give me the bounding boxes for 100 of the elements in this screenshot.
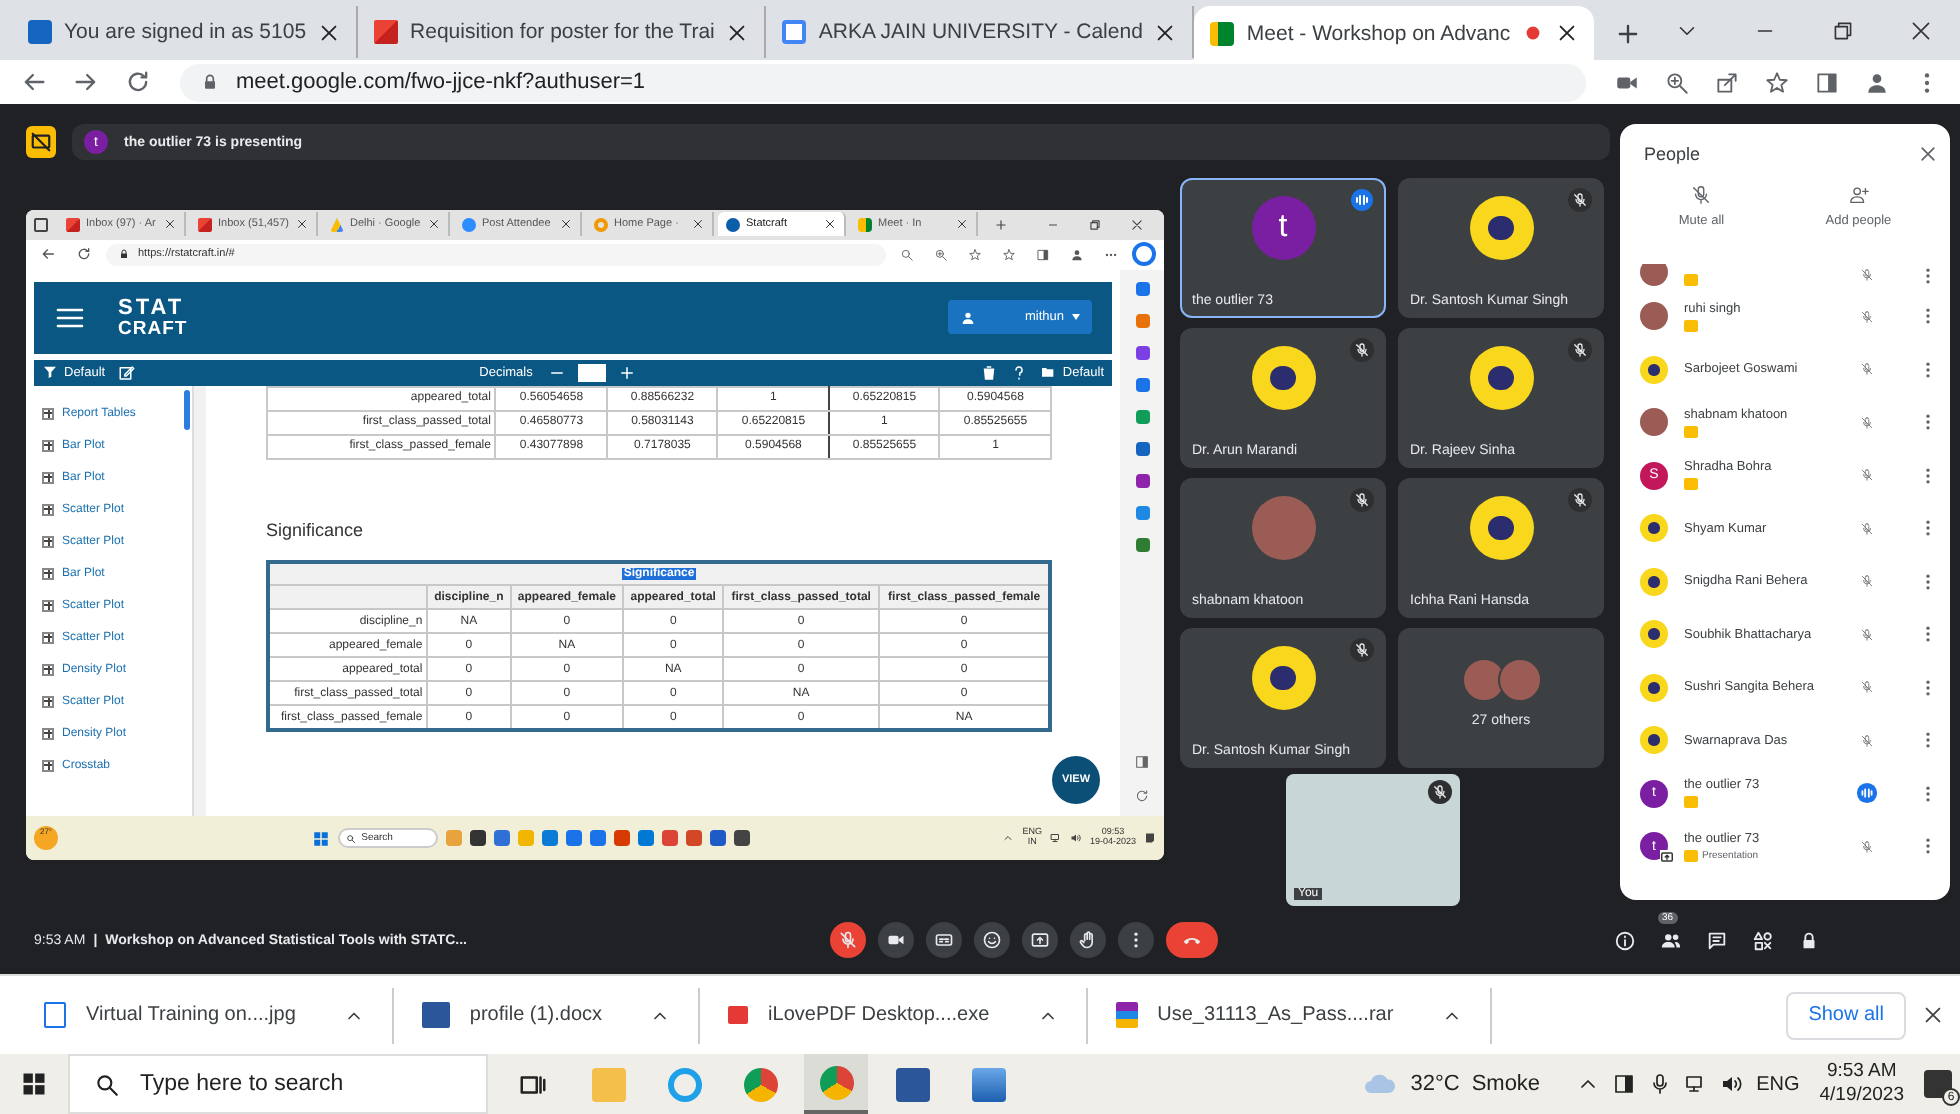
download-item[interactable]: Use_31113_As_Pass....rar	[1107, 987, 1492, 1043]
present-button[interactable]	[1022, 922, 1058, 958]
filter-icon	[42, 364, 58, 381]
more-options-button[interactable]	[1118, 922, 1154, 958]
browser-icon	[819, 1065, 853, 1099]
network-icon[interactable]	[1049, 832, 1062, 845]
section-title: Significance	[266, 519, 366, 540]
close-icon[interactable]	[296, 218, 308, 231]
download-item[interactable]: Virtual Training on....jpg	[36, 987, 394, 1043]
notification-icon[interactable]	[1144, 832, 1157, 845]
mic-button[interactable]	[830, 922, 866, 958]
raise-hand-button[interactable]	[1070, 922, 1106, 958]
bookmark-icon[interactable]	[1764, 69, 1790, 95]
close-icon[interactable]	[956, 218, 968, 231]
panel-title: People	[1644, 144, 1701, 164]
restore-icon[interactable]	[1088, 217, 1102, 232]
people-icon[interactable]	[1660, 929, 1682, 951]
close-icon[interactable]	[1908, 18, 1934, 44]
volume-icon[interactable]	[1720, 1072, 1745, 1096]
show-all-button[interactable]: Show all	[1786, 991, 1906, 1039]
close-icon[interactable]	[1130, 217, 1144, 232]
side-panel-icon[interactable]	[1814, 69, 1840, 95]
volume-icon[interactable]	[1069, 832, 1082, 845]
close-icon[interactable]	[560, 218, 572, 231]
browser-tab[interactable]: Meet - Workshop on Advanc	[1194, 6, 1595, 60]
mic-icon[interactable]	[1648, 1072, 1673, 1096]
university-logo-icon	[1251, 346, 1315, 410]
close-icon[interactable]	[692, 218, 704, 231]
search-icon[interactable]	[900, 247, 914, 262]
reload-icon[interactable]	[124, 68, 152, 96]
app-icon[interactable]	[1135, 537, 1149, 552]
trash-icon[interactable]	[980, 363, 999, 382]
university-logo-icon	[1640, 726, 1668, 755]
zoom-icon[interactable]	[1664, 69, 1690, 95]
close-icon[interactable]	[1154, 21, 1177, 43]
presentation-icon[interactable]	[26, 126, 56, 158]
sidebar-icon[interactable]	[1134, 754, 1150, 771]
close-icon[interactable]	[1922, 1004, 1944, 1026]
plus-icon[interactable]	[618, 363, 637, 382]
address-bar[interactable]: meet.google.com/fwo-jjce-nkf?authuser=1	[180, 63, 1586, 101]
close-icon[interactable]	[428, 218, 440, 231]
meet-now-icon[interactable]	[1612, 1072, 1637, 1096]
clock-time: 9:53 AM	[1826, 1060, 1897, 1084]
university-logo-icon	[1640, 514, 1668, 543]
browser-tab[interactable]: Requisition for poster for the Trai	[358, 6, 767, 58]
mail-icon	[66, 217, 80, 232]
favorite-icon[interactable]	[968, 247, 982, 262]
forward-icon[interactable]	[72, 68, 100, 96]
reload-icon[interactable]	[76, 246, 92, 263]
url-text: meet.google.com/fwo-jjce-nkf?authuser=1	[236, 70, 646, 94]
tab-actions-icon[interactable]	[34, 217, 48, 232]
profile-icon[interactable]	[1070, 247, 1084, 262]
search-field[interactable]: Type here to search	[68, 1054, 488, 1114]
end-call-button[interactable]	[1166, 922, 1218, 958]
close-icon[interactable]	[726, 21, 749, 43]
present-icon	[1030, 930, 1050, 950]
activities-icon[interactable]	[1752, 929, 1774, 951]
decimals-field[interactable]	[578, 363, 607, 382]
close-icon[interactable]	[318, 21, 341, 43]
reactions-button[interactable]	[974, 922, 1010, 958]
zoom-icon[interactable]	[934, 247, 948, 262]
start-icon[interactable]	[20, 1070, 48, 1098]
app-icon[interactable]	[1135, 345, 1149, 360]
user-icon	[960, 309, 976, 326]
share-icon[interactable]	[1714, 69, 1740, 95]
app-icon[interactable]	[1135, 473, 1149, 488]
close-icon[interactable]	[1918, 144, 1938, 164]
favorites-icon[interactable]	[1002, 247, 1016, 262]
collections-icon[interactable]	[1036, 247, 1050, 262]
edit-icon[interactable]	[117, 363, 136, 382]
app-icon[interactable]	[1135, 441, 1149, 456]
lock-icon[interactable]	[1798, 929, 1820, 951]
archive-icon	[1115, 1002, 1138, 1028]
photo-placeholder	[1640, 264, 1668, 286]
help-icon[interactable]	[1010, 363, 1029, 382]
back-icon[interactable]	[20, 68, 48, 96]
search-icon	[345, 833, 356, 844]
close-icon[interactable]	[824, 218, 836, 231]
browser-tab[interactable]: You are signed in as 5105	[12, 6, 359, 58]
close-icon[interactable]	[1556, 22, 1579, 44]
folder-icon	[591, 1067, 625, 1101]
back-icon[interactable]	[40, 246, 56, 263]
profile-icon[interactable]	[1864, 69, 1890, 95]
captions-button[interactable]	[926, 922, 962, 958]
university-logo-icon	[1640, 355, 1668, 384]
start-icon[interactable]	[311, 829, 330, 848]
restore-icon[interactable]	[1830, 18, 1856, 44]
info-icon[interactable]	[1614, 929, 1636, 951]
browser-tab[interactable]: ARKA JAIN UNIVERSITY - Calend	[766, 6, 1195, 58]
new-tab-icon[interactable]	[1614, 20, 1643, 48]
download-item[interactable]: iLovePDF Desktop....exe	[720, 987, 1088, 1043]
close-icon[interactable]	[164, 218, 176, 231]
download-item[interactable]: profile (1).docx	[413, 987, 701, 1043]
expand-icon	[42, 727, 54, 740]
camera-button[interactable]	[878, 922, 914, 958]
language-indicator[interactable]: ENG	[1756, 1073, 1800, 1095]
university-logo-icon	[1640, 673, 1668, 702]
captions-icon	[934, 930, 954, 950]
university-logo-icon	[1640, 567, 1668, 596]
scrollbar[interactable]	[184, 389, 190, 430]
